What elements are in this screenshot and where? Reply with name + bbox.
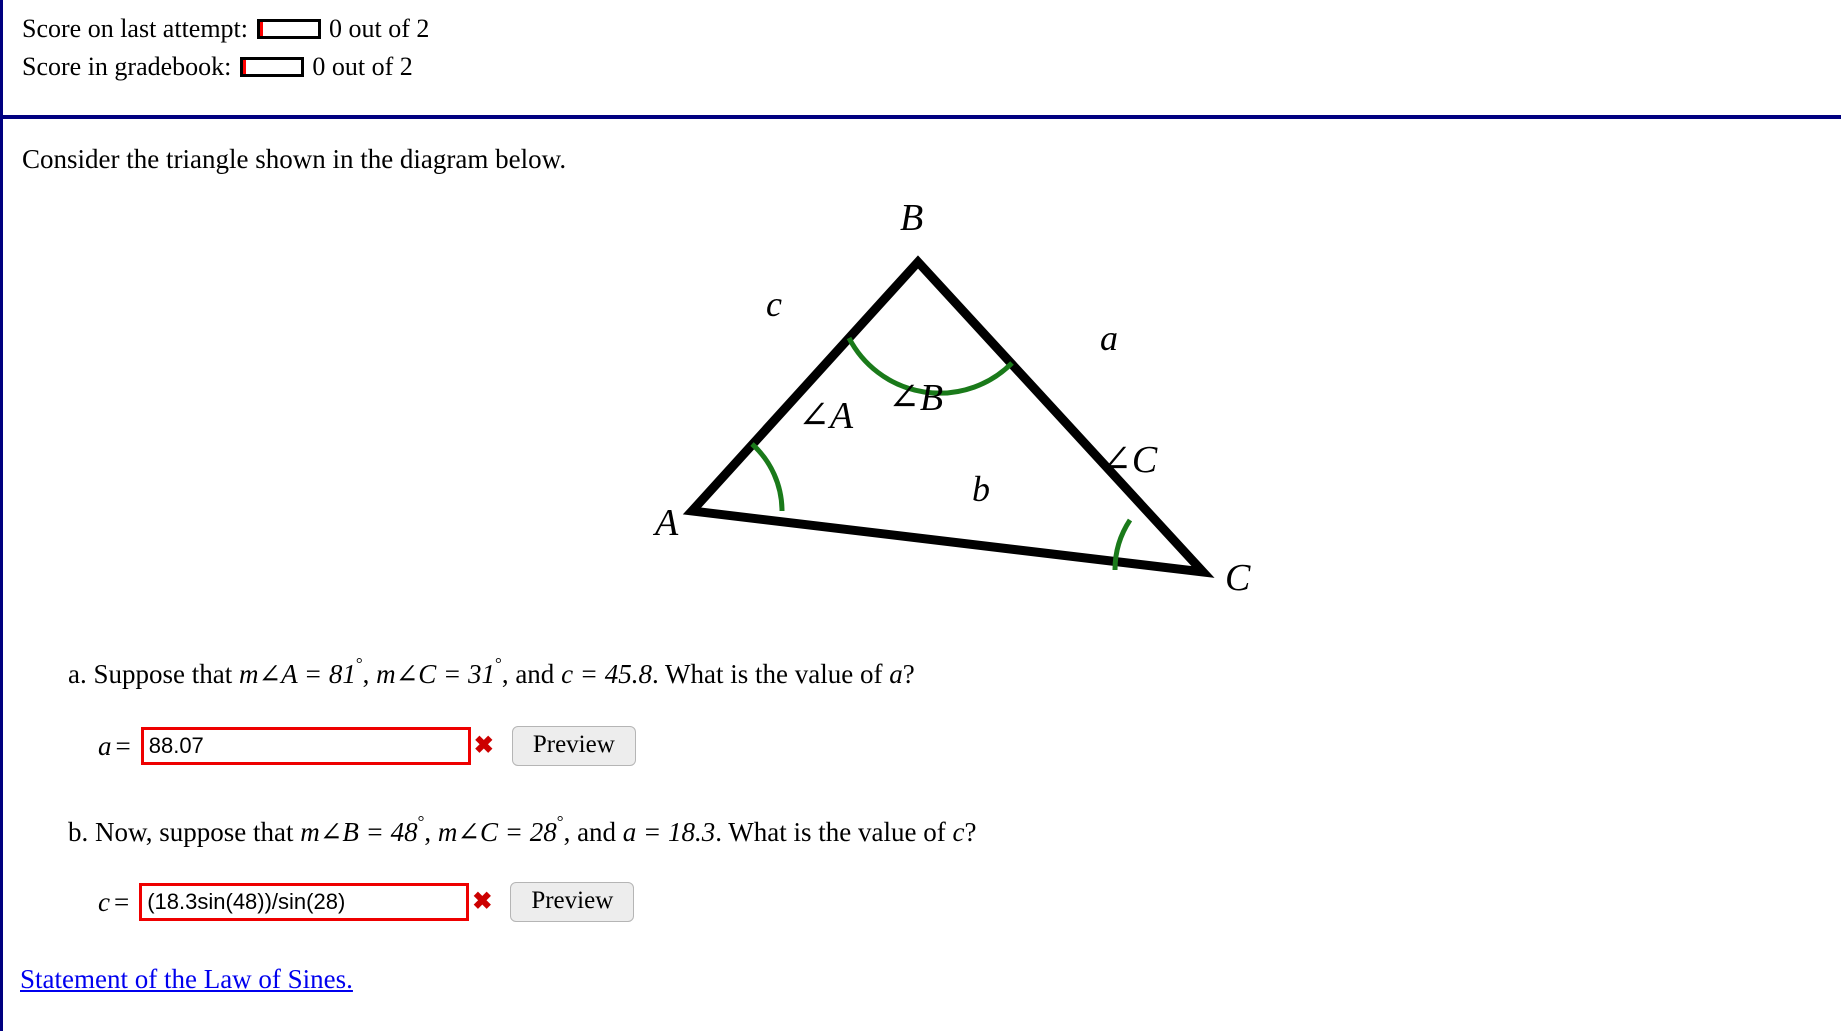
answer-row-b: c = ✖ Preview — [98, 880, 635, 924]
answer-row-a: a = ✖ Preview — [98, 724, 636, 768]
score-last-attempt-label: Score on last attempt: — [22, 14, 249, 43]
part-b-text-3: , and — [563, 817, 623, 847]
answer-a-input[interactable] — [140, 727, 471, 765]
answer-b-incorrect-icon: ✖ — [472, 889, 493, 915]
score-gradebook-progress-bar — [240, 57, 305, 77]
angle-b-label: ∠B — [888, 377, 943, 419]
part-a-degree-2: ° — [495, 654, 502, 673]
side-c-label: c — [766, 284, 782, 324]
question-part-b: b. Now, suppose that m∠B = 48 °, m∠C = 28… — [68, 812, 976, 848]
score-last-attempt-progress-bar — [257, 19, 322, 39]
question-part-a: a. Suppose that m∠A = 81°, m∠C = 31°, an… — [68, 654, 915, 690]
answer-a-incorrect-icon: ✖ — [473, 733, 494, 759]
score-gradebook-label: Score in gradebook: — [22, 52, 232, 81]
part-a-text-2: , — [362, 659, 377, 689]
part-a-given-side-c: c = 45.8 — [561, 659, 653, 689]
part-b-given-side-a: a = 18.3 — [622, 817, 716, 847]
part-a-text-1: Suppose that — [93, 659, 239, 689]
law-of-sines-statement-link[interactable]: Statement of the Law of Sines. — [20, 964, 353, 995]
prompt-text: Consider the triangle shown in the diagr… — [22, 144, 567, 174]
answer-b-equals-sign: = — [113, 886, 130, 917]
angle-c-label: ∠C — [1100, 439, 1158, 481]
part-b-given-angle-C: m∠C = 28 — [437, 817, 557, 847]
answer-a-variable-label: a — [98, 730, 112, 761]
side-b-label: b — [972, 469, 990, 509]
score-last-attempt-row: Score on last attempt: 0 out of 2 — [22, 10, 429, 48]
vertex-a-label: A — [652, 502, 679, 544]
part-b-unknown: c — [952, 817, 965, 847]
part-b-text-5: ? — [964, 817, 977, 847]
answer-b-preview-button[interactable]: Preview — [510, 882, 635, 922]
part-b-degree-2: ° — [556, 812, 564, 831]
score-gradebook-row: Score in gradebook: 0 out of 2 — [22, 48, 429, 86]
part-a-text-5: ? — [902, 659, 915, 689]
part-a-text-4: . What is the value of — [652, 659, 890, 689]
part-a-given-angle-C: m∠C = 31 — [376, 659, 496, 689]
part-a-unknown: a — [889, 659, 903, 689]
score-header: Score on last attempt: 0 out of 2 Score … — [22, 10, 429, 86]
score-last-attempt-value: 0 out of 2 — [329, 14, 430, 43]
score-gradebook-progress-fill — [243, 60, 247, 74]
angle-a-label: ∠A — [798, 395, 854, 437]
part-b-text-4: . What is the value of — [715, 817, 953, 847]
side-a-label: a — [1100, 318, 1118, 358]
part-a-text-3: , and — [501, 659, 562, 689]
answer-a-equals-sign: = — [115, 730, 131, 761]
answer-a-preview-button[interactable]: Preview — [511, 726, 636, 766]
score-last-attempt-progress-fill — [260, 22, 264, 36]
part-b-text-1: Now, suppose that — [95, 817, 301, 847]
score-gradebook-value: 0 out of 2 — [312, 52, 413, 81]
header-divider — [0, 115, 1841, 119]
part-b-marker: b. — [68, 817, 89, 847]
triangle-diagram: A B C c a b ∠A ∠B ∠C — [600, 190, 1300, 610]
vertex-b-label: B — [900, 197, 923, 239]
part-b-text-2: , — [424, 817, 438, 847]
part-b-given-angle-B: m∠B = 48 — [300, 817, 418, 847]
part-a-given-angle-A: m∠A = 81 — [238, 659, 356, 689]
answer-b-variable-label: c — [98, 886, 110, 917]
answer-b-input[interactable] — [139, 883, 470, 921]
part-a-degree-1: ° — [355, 654, 363, 673]
vertex-c-label: C — [1225, 557, 1251, 599]
angle-a-arc — [750, 442, 785, 512]
page-left-border — [0, 0, 3, 1031]
part-a-marker: a. — [68, 659, 87, 689]
